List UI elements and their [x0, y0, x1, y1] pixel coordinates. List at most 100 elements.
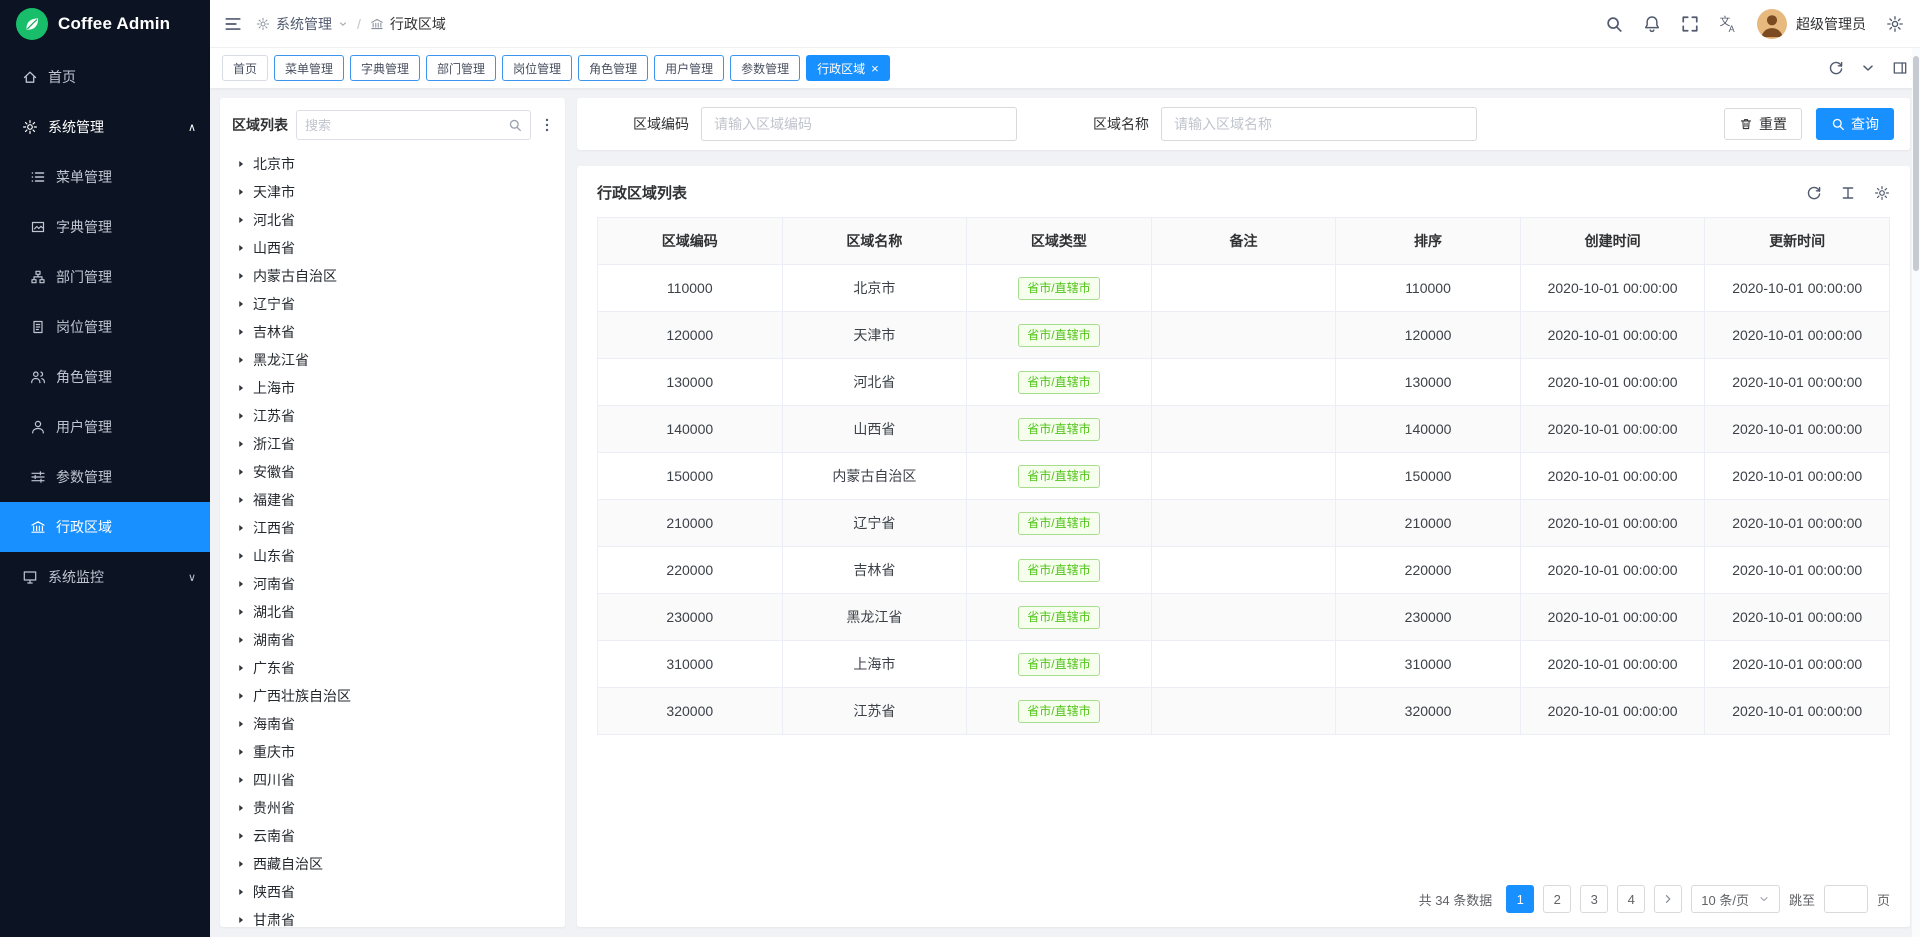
page-button[interactable]: 4	[1617, 885, 1645, 913]
app-logo[interactable]: Coffee Admin	[0, 0, 210, 48]
refresh-icon[interactable]	[1828, 60, 1844, 76]
caret-right-icon[interactable]	[236, 411, 246, 421]
region-name-input[interactable]	[1161, 107, 1477, 141]
breadcrumb-level1[interactable]: 系统管理	[276, 14, 332, 34]
tab[interactable]: 部门管理	[426, 55, 496, 81]
caret-right-icon[interactable]	[236, 243, 246, 253]
caret-right-icon[interactable]	[236, 495, 246, 505]
tree-item[interactable]: 浙江省	[232, 430, 555, 458]
sidebar-item[interactable]: 首页	[0, 52, 210, 102]
table-settings-gear-icon[interactable]	[1874, 185, 1890, 201]
settings-gear-icon[interactable]	[1886, 15, 1904, 33]
tab[interactable]: 字典管理	[350, 55, 420, 81]
tab[interactable]: 角色管理	[578, 55, 648, 81]
fullscreen-icon[interactable]	[1681, 15, 1699, 33]
table-row[interactable]: 110000 北京市 省市/直辖市 110000 2020-10-01 00:0…	[598, 265, 1890, 312]
tree-item[interactable]: 黑龙江省	[232, 346, 555, 374]
tree-item[interactable]: 贵州省	[232, 794, 555, 822]
tab[interactable]: 岗位管理	[502, 55, 572, 81]
caret-right-icon[interactable]	[236, 915, 246, 925]
tree-item[interactable]: 辽宁省	[232, 290, 555, 318]
collapse-sidebar-icon[interactable]	[224, 15, 242, 33]
caret-right-icon[interactable]	[236, 887, 246, 897]
table-row[interactable]: 310000 上海市 省市/直辖市 310000 2020-10-01 00:0…	[598, 641, 1890, 688]
caret-right-icon[interactable]	[236, 271, 246, 281]
caret-right-icon[interactable]	[236, 663, 246, 673]
sidebar-item[interactable]: 角色管理	[0, 352, 210, 402]
tree-item[interactable]: 江西省	[232, 514, 555, 542]
chevron-down-icon[interactable]	[1860, 60, 1876, 76]
caret-right-icon[interactable]	[236, 691, 246, 701]
caret-right-icon[interactable]	[236, 579, 246, 589]
table-row[interactable]: 210000 辽宁省 省市/直辖市 210000 2020-10-01 00:0…	[598, 500, 1890, 547]
sidebar-item[interactable]: 部门管理	[0, 252, 210, 302]
caret-right-icon[interactable]	[236, 719, 246, 729]
tree-item[interactable]: 陕西省	[232, 878, 555, 906]
caret-right-icon[interactable]	[236, 551, 246, 561]
tree-item[interactable]: 云南省	[232, 822, 555, 850]
page-size-select[interactable]: 10 条/页	[1691, 885, 1780, 913]
tree-item[interactable]: 重庆市	[232, 738, 555, 766]
table-row[interactable]: 320000 江苏省 省市/直辖市 320000 2020-10-01 00:0…	[598, 688, 1890, 735]
caret-right-icon[interactable]	[236, 831, 246, 841]
tree-item[interactable]: 湖北省	[232, 598, 555, 626]
page-button[interactable]: 3	[1580, 885, 1608, 913]
tree-item[interactable]: 湖南省	[232, 626, 555, 654]
caret-right-icon[interactable]	[236, 299, 246, 309]
sidebar-item[interactable]: 参数管理	[0, 452, 210, 502]
jump-page-input[interactable]	[1824, 885, 1868, 913]
caret-right-icon[interactable]	[236, 775, 246, 785]
tree-item[interactable]: 上海市	[232, 374, 555, 402]
scrollbar-thumb[interactable]	[1913, 56, 1919, 271]
caret-right-icon[interactable]	[236, 523, 246, 533]
tree-item[interactable]: 四川省	[232, 766, 555, 794]
table-row[interactable]: 150000 内蒙古自治区 省市/直辖市 150000 2020-10-01 0…	[598, 453, 1890, 500]
page-button[interactable]: 2	[1543, 885, 1571, 913]
caret-right-icon[interactable]	[236, 607, 246, 617]
sidebar-item[interactable]: 系统管理 ∧	[0, 102, 210, 152]
more-vertical-icon[interactable]	[539, 117, 555, 133]
next-page-button[interactable]	[1654, 885, 1682, 913]
tree-item[interactable]: 河北省	[232, 206, 555, 234]
tree-item[interactable]: 吉林省	[232, 318, 555, 346]
tree-item[interactable]: 江苏省	[232, 402, 555, 430]
search-icon[interactable]	[1605, 15, 1623, 33]
caret-right-icon[interactable]	[236, 439, 246, 449]
caret-right-icon[interactable]	[236, 383, 246, 393]
caret-right-icon[interactable]	[236, 159, 246, 169]
tab[interactable]: 参数管理	[730, 55, 800, 81]
table-row[interactable]: 120000 天津市 省市/直辖市 120000 2020-10-01 00:0…	[598, 312, 1890, 359]
sidebar-item[interactable]: 行政区域	[0, 502, 210, 552]
tab[interactable]: 首页	[222, 55, 268, 81]
translate-icon[interactable]: 文A	[1719, 15, 1737, 33]
tree-search-input[interactable]	[305, 118, 502, 133]
user-menu[interactable]: 超级管理员	[1757, 9, 1866, 39]
tab[interactable]: 菜单管理	[274, 55, 344, 81]
sidebar-item[interactable]: 用户管理	[0, 402, 210, 452]
tab-close-icon[interactable]: ×	[871, 62, 879, 75]
sidebar-item[interactable]: 岗位管理	[0, 302, 210, 352]
search-button[interactable]: 查询	[1816, 108, 1894, 140]
caret-right-icon[interactable]	[236, 187, 246, 197]
tree-item[interactable]: 内蒙古自治区	[232, 262, 555, 290]
tab[interactable]: 行政区域 ×	[806, 55, 890, 81]
tree-item[interactable]: 山东省	[232, 542, 555, 570]
tree-item[interactable]: 北京市	[232, 150, 555, 178]
page-button[interactable]: 1	[1506, 885, 1534, 913]
table-row[interactable]: 220000 吉林省 省市/直辖市 220000 2020-10-01 00:0…	[598, 547, 1890, 594]
bell-icon[interactable]	[1643, 15, 1661, 33]
tree-item[interactable]: 福建省	[232, 486, 555, 514]
tab[interactable]: 用户管理	[654, 55, 724, 81]
tree-item[interactable]: 广西壮族自治区	[232, 682, 555, 710]
table-row[interactable]: 230000 黑龙江省 省市/直辖市 230000 2020-10-01 00:…	[598, 594, 1890, 641]
page-scrollbar[interactable]	[1912, 48, 1920, 937]
tree-item[interactable]: 天津市	[232, 178, 555, 206]
caret-right-icon[interactable]	[236, 635, 246, 645]
table-row[interactable]: 140000 山西省 省市/直辖市 140000 2020-10-01 00:0…	[598, 406, 1890, 453]
layout-expand-icon[interactable]	[1892, 60, 1908, 76]
tree-item[interactable]: 甘肃省	[232, 906, 555, 927]
caret-right-icon[interactable]	[236, 215, 246, 225]
caret-right-icon[interactable]	[236, 355, 246, 365]
caret-right-icon[interactable]	[236, 747, 246, 757]
caret-right-icon[interactable]	[236, 327, 246, 337]
